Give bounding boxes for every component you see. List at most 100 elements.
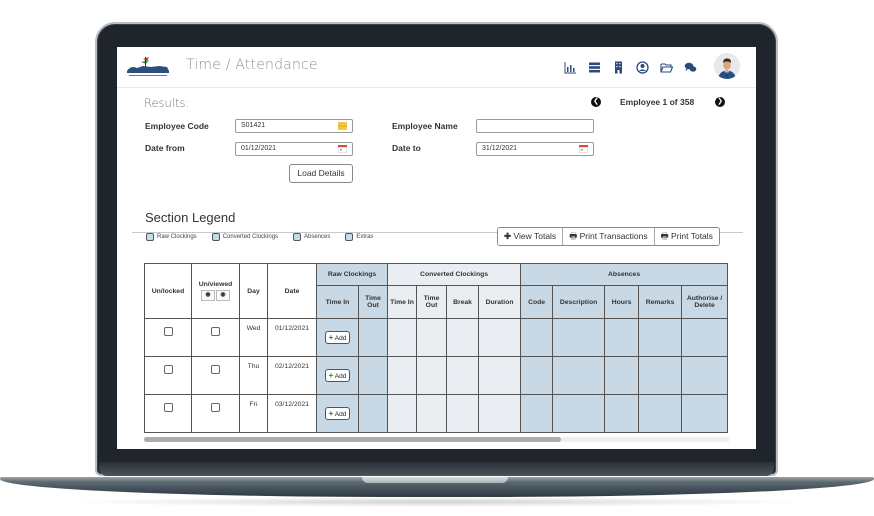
messages-button[interactable] xyxy=(678,58,702,76)
date-to-value: 31/12/2021 xyxy=(482,145,518,152)
col-unviewed-label: Un/viewed xyxy=(198,281,233,288)
date-cell: 03/12/2021 xyxy=(267,394,317,433)
legend-label: Raw Clockings xyxy=(157,234,197,240)
date-to-field[interactable]: 31/12/2021 xyxy=(476,142,594,156)
unlocked-checkbox[interactable] xyxy=(163,327,173,336)
profile-button[interactable] xyxy=(630,58,654,76)
unviewed-cell xyxy=(191,356,240,395)
app-screen: Time / Attendance Results: ❮ Employee 1 … xyxy=(117,47,756,449)
eye-icon[interactable]: ◉ xyxy=(216,290,230,301)
documents-button[interactable] xyxy=(654,58,678,76)
unviewed-cell xyxy=(191,318,240,357)
load-details-button[interactable]: Load Details xyxy=(289,164,353,183)
employee-code-field[interactable]: S01421 xyxy=(235,119,353,133)
view-totals-button[interactable]: ✚ View Totals xyxy=(498,228,564,245)
unlocked-checkbox[interactable] xyxy=(163,365,173,374)
unviewed-checkbox[interactable] xyxy=(211,403,220,412)
laptop-notch xyxy=(362,477,508,483)
conv-time-out-cell xyxy=(416,318,448,357)
unlocked-cell xyxy=(144,394,192,433)
unviewed-checkbox[interactable] xyxy=(211,327,220,336)
legend-label: Extras xyxy=(356,234,374,240)
employee-code-label: Employee Code xyxy=(145,121,209,131)
remarks-cell xyxy=(638,318,683,357)
unlocked-cell xyxy=(144,356,192,395)
calendar-icon[interactable] xyxy=(338,145,347,153)
legend-item-converted-clockings: Converted Clockings xyxy=(211,233,279,241)
col-duration: Duration xyxy=(478,285,522,319)
unviewed-cell xyxy=(191,394,240,433)
print-totals-button[interactable]: 🖶 Print Totals xyxy=(654,228,719,245)
date-to-label: Date to xyxy=(392,143,421,153)
remarks-cell xyxy=(638,394,683,433)
add-label: Add xyxy=(334,373,347,380)
add-label: Add xyxy=(334,335,347,342)
employee-name-field[interactable] xyxy=(476,119,594,133)
printer-icon: 🖶 xyxy=(660,231,669,241)
employee-code-value: S01421 xyxy=(241,122,266,129)
plus-icon: ✚ xyxy=(504,231,512,241)
hours-cell xyxy=(604,318,640,357)
printer-icon: 🖶 xyxy=(569,231,578,241)
user-avatar[interactable] xyxy=(714,53,740,79)
authorise-cell xyxy=(681,394,729,433)
eye-slash-icon[interactable]: ◉ xyxy=(201,290,215,301)
previous-employee-button[interactable]: ❮ xyxy=(591,97,601,107)
section-legend-title: Section Legend xyxy=(145,210,236,225)
next-employee-button[interactable]: ❯ xyxy=(715,97,725,107)
raw-time-in-cell: + Add xyxy=(316,356,359,395)
day-value: Fri xyxy=(249,401,258,408)
section-legend: Raw Clockings Converted Clockings Absenc… xyxy=(146,233,388,241)
duration-cell xyxy=(478,356,522,395)
code-cell xyxy=(520,394,554,433)
col-date: Date xyxy=(267,263,317,319)
top-bar: Time / Attendance xyxy=(117,47,756,88)
totals-button-group: ✚ View Totals 🖶 Print Transactions 🖶 Pri… xyxy=(497,227,720,246)
company-button[interactable] xyxy=(606,58,630,76)
unlocked-checkbox[interactable] xyxy=(163,403,173,412)
description-cell xyxy=(552,394,606,433)
chat-bubbles-icon xyxy=(684,62,696,72)
break-cell xyxy=(446,318,480,357)
add-clocking-button[interactable]: + Add xyxy=(324,331,351,344)
raw-time-in-cell: + Add xyxy=(316,394,359,433)
reports-button[interactable] xyxy=(558,58,582,76)
unviewed-checkbox[interactable] xyxy=(211,365,220,374)
folder-open-icon xyxy=(659,62,673,73)
add-clocking-button[interactable]: + Add xyxy=(324,407,351,420)
conv-time-in-cell xyxy=(387,356,418,395)
col-description: Description xyxy=(552,285,606,319)
server-list-icon xyxy=(588,62,600,72)
date-cell: 02/12/2021 xyxy=(267,356,317,395)
col-day: Day xyxy=(239,263,268,319)
authorise-cell xyxy=(681,356,729,395)
horizontal-scrollbar-thumb[interactable] xyxy=(144,437,561,442)
raw-time-out-cell xyxy=(357,356,389,395)
legend-label: Converted Clockings xyxy=(222,234,279,240)
col-unviewed: Un/viewed ◉ ◉ xyxy=(191,263,240,319)
duration-cell xyxy=(478,318,522,357)
col-unlocked: Un/locked xyxy=(144,263,192,319)
group-converted-clockings: Converted Clockings xyxy=(387,263,522,286)
servers-button[interactable] xyxy=(582,58,606,76)
top-icon-bar xyxy=(558,58,702,76)
print-transactions-label: Print Transactions xyxy=(579,231,648,241)
attendance-grid: Un/locked Un/viewed ◉ ◉ Day Date Raw Clo… xyxy=(144,263,729,435)
app-title: Time / Attendance xyxy=(186,57,318,73)
attendance-table: Un/locked Un/viewed ◉ ◉ Day Date Raw Clo… xyxy=(144,263,729,433)
date-from-field[interactable]: 01/12/2021 xyxy=(235,142,353,156)
lookup-list-icon[interactable] xyxy=(338,122,347,130)
user-circle-icon xyxy=(635,60,649,74)
col-hours: Hours xyxy=(604,285,640,319)
col-authorise-delete: Authorise / Delete xyxy=(681,285,729,319)
employee-name-label: Employee Name xyxy=(392,121,458,131)
date-value: 03/12/2021 xyxy=(274,401,310,408)
calendar-icon[interactable] xyxy=(579,145,588,153)
print-transactions-button[interactable]: 🖶 Print Transactions xyxy=(563,228,655,245)
group-absences: Absences xyxy=(520,263,729,286)
table-row: Wed 01/12/2021 + Add xyxy=(144,318,729,357)
laptop-shadow xyxy=(60,497,814,507)
conv-time-in-cell xyxy=(387,394,418,433)
add-clocking-button[interactable]: + Add xyxy=(324,369,351,382)
description-cell xyxy=(552,318,606,357)
